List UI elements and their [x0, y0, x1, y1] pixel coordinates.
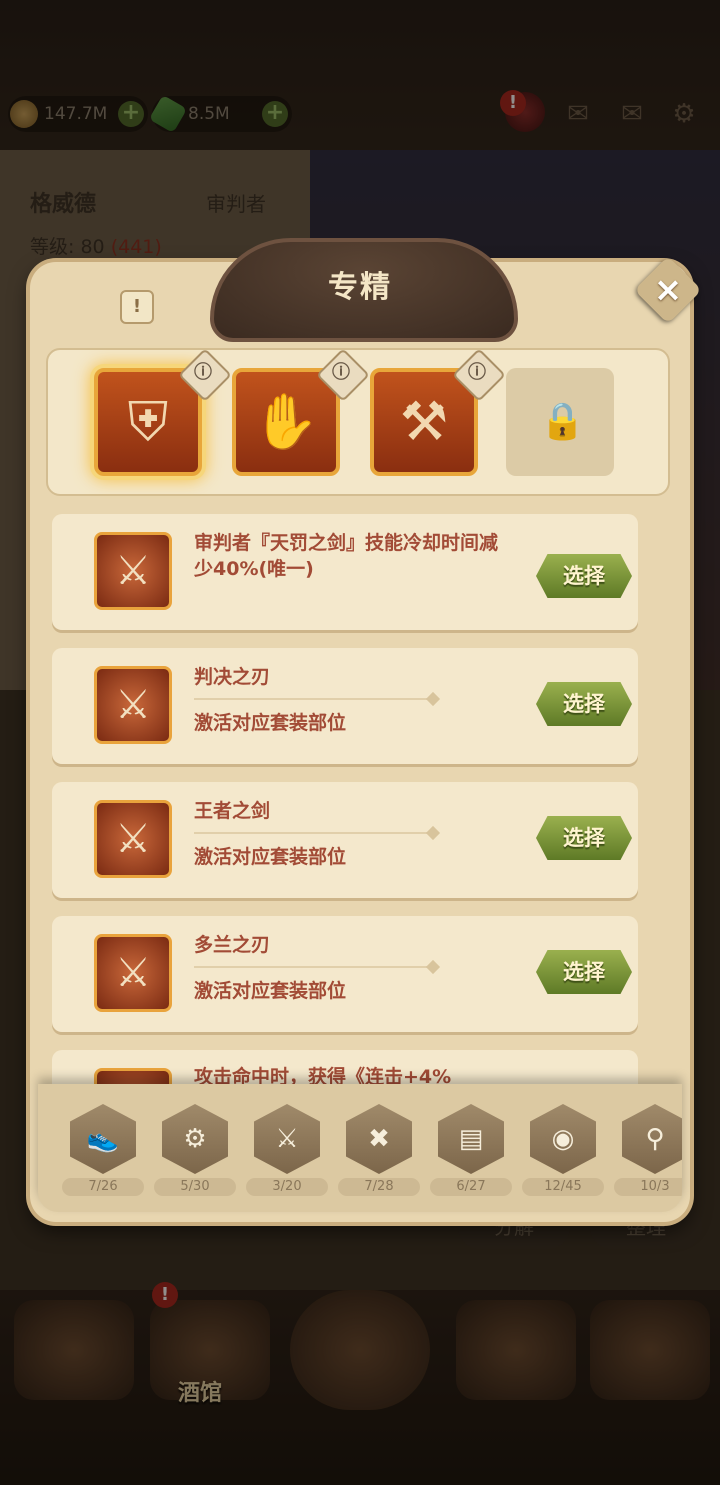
sword-icon: ⚔ — [115, 816, 151, 862]
boot-icon: 👟 — [86, 1124, 120, 1154]
info-icon: ⓘ — [468, 362, 486, 383]
filter-count: 5/30 — [154, 1178, 236, 1196]
filter-count: 12/45 — [522, 1178, 604, 1196]
list-item: ⚔ 审判者『天罚之剑』技能冷却时间减少40%(唯一) 选择 — [52, 514, 638, 630]
info-icon: ⓘ — [194, 362, 212, 383]
filter-count: 6/27 — [430, 1178, 512, 1196]
filter-sword[interactable]: ⚔ 3/20 — [246, 1104, 328, 1196]
card-divider — [194, 698, 434, 700]
filter-magnifier[interactable]: ⚲ 10/3 — [614, 1104, 682, 1196]
sword-icon: ⚔ — [115, 682, 151, 728]
shield-x-icon: ✖ — [368, 1124, 390, 1154]
card-title: 攻击命中时，获得《连击+4% — [194, 1066, 452, 1086]
select-button[interactable]: 选择 — [536, 554, 632, 598]
wolf-shield-icon: ⛨ — [127, 390, 169, 453]
sword-icon: ⚔ — [275, 1124, 299, 1154]
bone-icon: ⚙ — [183, 1124, 207, 1154]
info-icon: ⓘ — [332, 362, 350, 383]
filter-bone[interactable]: ⚙ 5/30 — [154, 1104, 236, 1196]
magnifier-icon: ⚲ — [645, 1124, 665, 1154]
filter-shield[interactable]: ✖ 7/28 — [338, 1104, 420, 1196]
kings-sword-icon: ⚔ — [94, 800, 172, 878]
dagger-icon: ⚔ — [115, 548, 151, 594]
filter-boot[interactable]: 👟 7/26 — [62, 1104, 144, 1196]
modal-title: 专精 — [328, 270, 392, 305]
skill-blade-icon: ⚔ — [94, 532, 172, 610]
beast-icon: ◉ — [551, 1124, 575, 1154]
sword-icon: ⚔ — [115, 950, 151, 996]
bracer-icon: ⚒ — [399, 390, 449, 453]
filter-count: 3/20 — [246, 1178, 328, 1196]
card-title: 多兰之刃 — [194, 934, 271, 956]
select-button[interactable]: 选择 — [536, 682, 632, 726]
close-icon[interactable]: × — [644, 266, 692, 314]
doran-blade-icon: ⚔ — [94, 934, 172, 1012]
judgement-blade-icon: ⚔ — [94, 666, 172, 744]
lock-icon: 🔒 — [540, 401, 585, 442]
filter-count: 7/26 — [62, 1178, 144, 1196]
filter-beast[interactable]: ◉ 12/45 — [522, 1104, 604, 1196]
card-divider — [194, 966, 434, 968]
list-item: ⚔ 判决之刃 激活对应套装部位 选择 — [52, 648, 638, 764]
select-button[interactable]: 选择 — [536, 950, 632, 994]
card-description: 激活对应套装部位 — [194, 712, 347, 734]
gauntlet-icon: ✋ — [252, 390, 320, 453]
filter-count: 7/28 — [338, 1178, 420, 1196]
list-item: ⚔ 多兰之刃 激活对应套装部位 选择 — [52, 916, 638, 1032]
filter-book[interactable]: ▤ 6/27 — [430, 1104, 512, 1196]
filter-count: 10/3 — [614, 1178, 682, 1196]
card-description: 激活对应套装部位 — [194, 846, 347, 868]
book-icon: ▤ — [458, 1124, 484, 1154]
card-title: 王者之剑 — [194, 800, 271, 822]
category-filter-bar: 👟 7/26 ⚙ 5/30 ⚔ 3/20 ✖ 7/28 ▤ 6/27 ◉ 12/… — [38, 1084, 682, 1212]
card-description: 激活对应套装部位 — [194, 980, 347, 1002]
select-button[interactable]: 选择 — [536, 816, 632, 860]
info-button[interactable]: ! — [120, 290, 154, 324]
list-item: 攻击命中时，获得《连击+4% — [52, 1050, 638, 1086]
specialization-list[interactable]: ⚔ 审判者『天罚之剑』技能冷却时间减少40%(唯一) 选择 ⚔ 判决之刃 激活对… — [46, 506, 646, 1086]
list-item: ⚔ 王者之剑 激活对应套装部位 选择 — [52, 782, 638, 898]
card-title: 审判者『天罚之剑』技能冷却时间减少40%(唯一) — [194, 532, 499, 580]
card-divider — [194, 832, 434, 834]
card-title: 判决之刃 — [194, 666, 271, 688]
